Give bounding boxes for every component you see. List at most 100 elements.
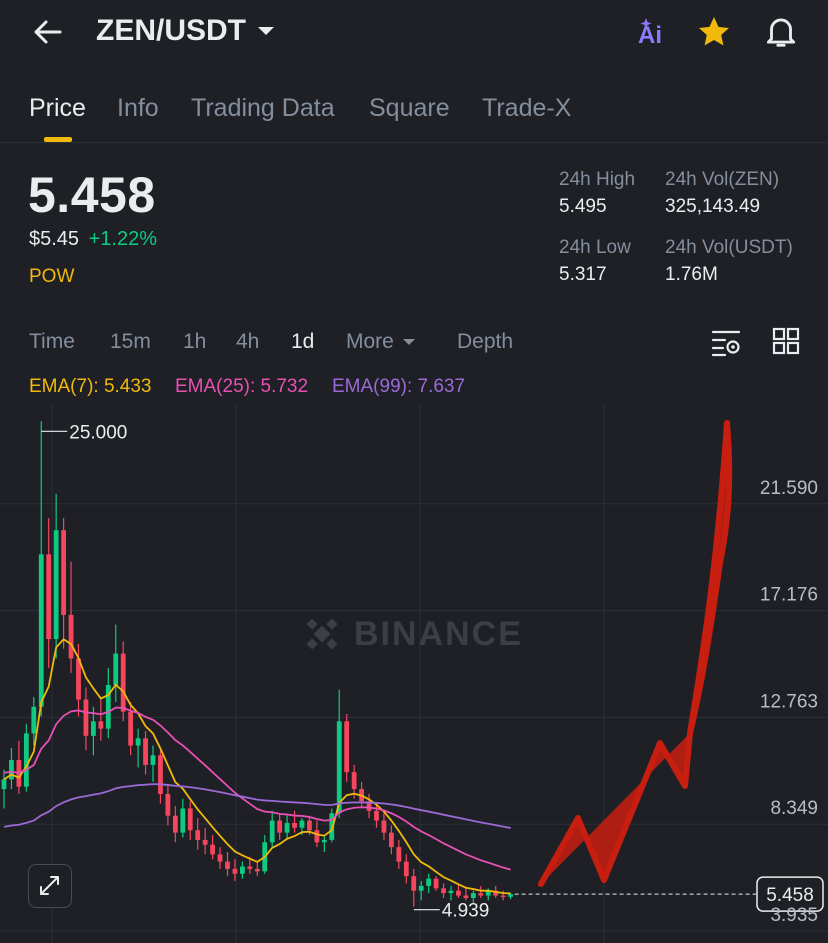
- candle-body: [83, 699, 89, 736]
- candle-body: [411, 876, 417, 891]
- favorite-star-icon: [699, 17, 729, 46]
- tf-more-label: More: [346, 330, 394, 353]
- tabs-divider: [0, 142, 828, 143]
- candle-body: [31, 706, 37, 734]
- indicator-settings-button[interactable]: [710, 326, 742, 358]
- candle-body: [381, 820, 387, 833]
- candle-body: [307, 820, 312, 831]
- candle-body: [463, 895, 469, 898]
- low-label: 24h Low: [559, 237, 631, 258]
- tab-square[interactable]: Square: [369, 94, 450, 123]
- ema99-line: [3, 783, 511, 829]
- candle-body: [202, 839, 208, 845]
- candle-body: [98, 721, 104, 729]
- candle-body: [210, 844, 215, 855]
- candle-body: [351, 772, 357, 790]
- low-marker-label: 4.939: [442, 901, 490, 922]
- tab-trading-data[interactable]: Trading Data: [191, 94, 335, 123]
- candle-body: [225, 861, 230, 869]
- candle-body: [426, 878, 432, 886]
- candle-body: [336, 721, 342, 814]
- tf-1d[interactable]: 1d: [291, 330, 314, 354]
- y-axis-tick-label: 17.176: [760, 585, 818, 606]
- candle-body: [403, 861, 409, 877]
- tf-1h[interactable]: 1h: [183, 330, 206, 354]
- candle-body: [232, 868, 238, 874]
- binance-watermark: BINANCE: [354, 615, 523, 653]
- candle-body: [165, 793, 171, 816]
- tf-more[interactable]: More: [346, 330, 416, 354]
- ema99-label: EMA(99): 7.637: [332, 376, 466, 397]
- dropdown-caret-icon: [258, 27, 274, 35]
- low-value: 5.317: [559, 264, 607, 285]
- candle-body: [478, 893, 484, 896]
- vol-base-value: 325,143.49: [665, 196, 761, 217]
- candle-body: [128, 711, 134, 746]
- favorite-button[interactable]: [696, 14, 732, 50]
- candle-body: [150, 755, 156, 765]
- tag-badge[interactable]: POW: [29, 266, 74, 288]
- hand-drawn-arrow: [538, 420, 733, 887]
- fullscreen-button[interactable]: [28, 864, 72, 908]
- candle-body: [143, 738, 148, 765]
- candle-body: [292, 822, 297, 828]
- tf-15m[interactable]: 15m: [110, 330, 151, 354]
- candle-body: [418, 885, 424, 891]
- candle-body: [187, 808, 193, 831]
- ema25-label: EMA(25): 5.732: [175, 376, 309, 397]
- candle-body: [240, 866, 245, 874]
- layout-grid-button[interactable]: [771, 326, 801, 356]
- chevron-down-icon: [402, 339, 415, 345]
- last-price: 5.458: [28, 167, 156, 223]
- candle-body: [68, 614, 74, 659]
- candle-body: [321, 839, 327, 843]
- tf-4h[interactable]: 4h: [236, 330, 259, 354]
- high-value: 5.495: [559, 196, 607, 217]
- candle-body: [23, 733, 29, 787]
- pair-selector[interactable]: ZEN/USDT: [96, 14, 276, 48]
- candle-body: [284, 822, 290, 833]
- candle-body: [158, 755, 163, 794]
- ai-button[interactable]: Ai: [634, 16, 670, 50]
- tab-price[interactable]: Price: [29, 94, 86, 123]
- candle-body: [344, 721, 350, 773]
- candle-body: [508, 894, 513, 897]
- candlestick-chart[interactable]: BINANCE 25.0004.9395.458 26.00421.59017.…: [0, 403, 828, 943]
- ai-label: Ai: [638, 22, 662, 49]
- vol-quote-value: 1.76M: [665, 264, 718, 285]
- binance-logo-icon: [306, 618, 338, 650]
- y-axis-tick-label: 3.935: [770, 905, 818, 926]
- candle-body: [195, 830, 201, 840]
- tf-time[interactable]: Time: [29, 330, 75, 354]
- high-label: 24h High: [559, 169, 636, 190]
- candle-body: [441, 888, 446, 894]
- candle-body: [180, 808, 186, 833]
- expand-icon: [40, 876, 59, 895]
- tf-depth[interactable]: Depth: [457, 330, 513, 354]
- candle-body: [277, 820, 283, 833]
- vol-quote-label: 24h Vol(USDT): [665, 237, 793, 258]
- candle-body: [269, 820, 275, 843]
- grid-icon: [772, 327, 800, 355]
- indicator-settings-icon: [711, 330, 741, 357]
- back-button[interactable]: [30, 14, 66, 50]
- y-axis-tick-label: 8.349: [770, 798, 818, 819]
- price-change: +1.22%: [88, 228, 158, 250]
- candle-body: [314, 830, 320, 843]
- candle-body: [38, 554, 44, 707]
- candle-body: [53, 530, 59, 640]
- candle-body: [500, 895, 506, 898]
- tab-trade-x[interactable]: Trade-X: [482, 94, 571, 123]
- candle-body: [135, 738, 141, 746]
- candle-body: [433, 878, 439, 889]
- current-price-label: 5.458: [766, 885, 814, 906]
- back-arrow-icon: [34, 20, 62, 44]
- bell-icon: [766, 18, 796, 47]
- candle-body: [61, 530, 66, 615]
- candle-body: [91, 721, 96, 736]
- y-axis-tick-label: 21.590: [760, 478, 818, 499]
- y-axis-tick-label: 12.763: [760, 691, 818, 712]
- tab-info[interactable]: Info: [117, 94, 159, 123]
- notifications-button[interactable]: [762, 12, 800, 50]
- candle-body: [120, 653, 126, 712]
